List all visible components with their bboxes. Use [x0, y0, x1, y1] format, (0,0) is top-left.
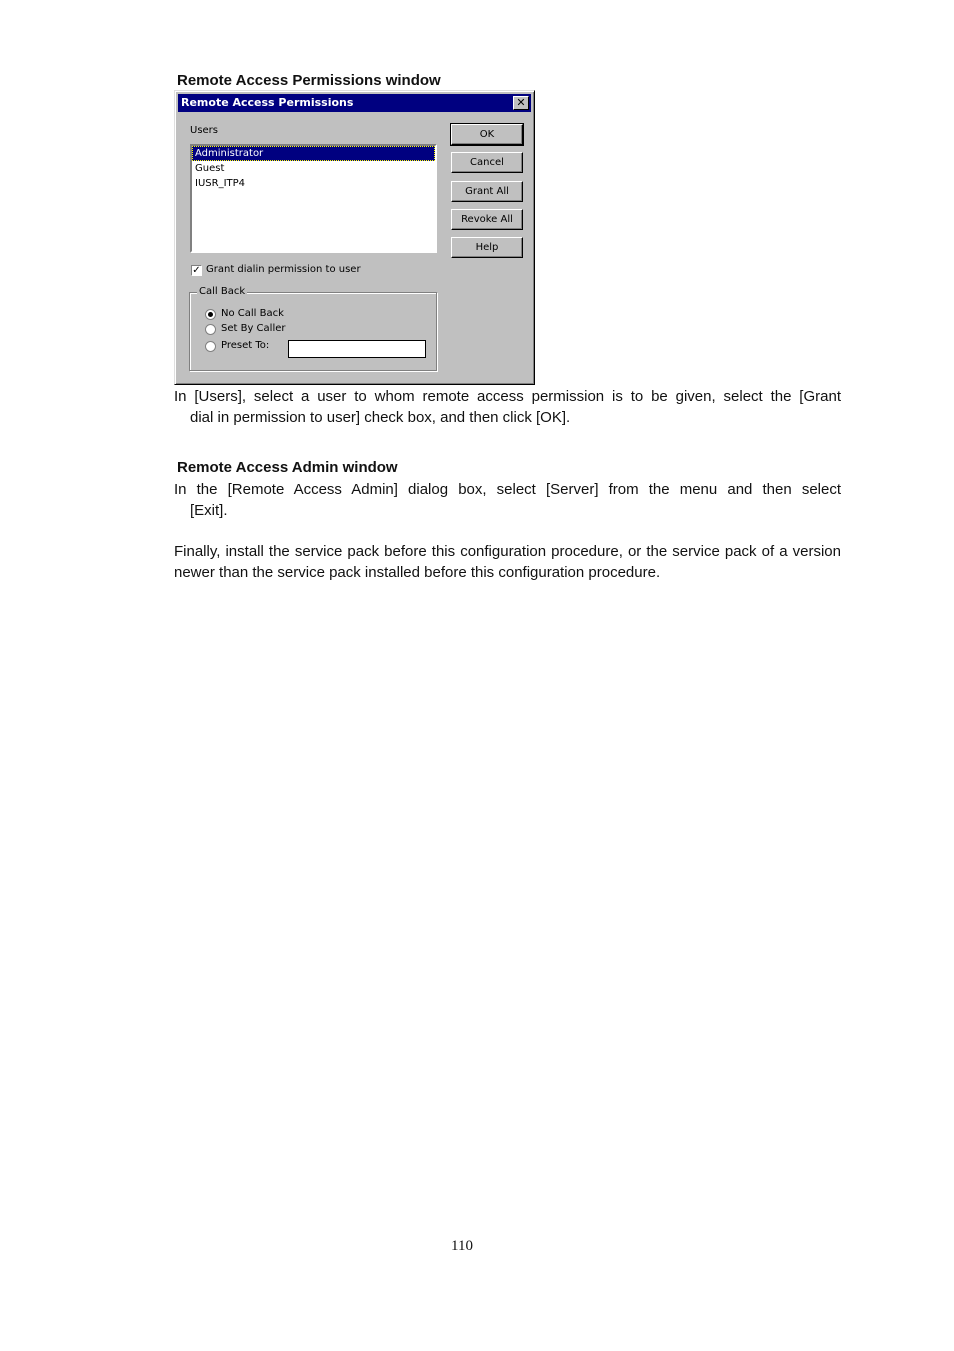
close-icon: ✕: [516, 96, 526, 109]
paragraph-2-line-2: [Exit].: [190, 502, 228, 519]
instruction-paragraph-1: In [Users], select a user to whom remote…: [174, 386, 841, 428]
cancel-button[interactable]: Cancel: [451, 152, 523, 173]
user-list-item[interactable]: Administrator: [192, 146, 435, 161]
caption-admin-window: Remote Access Admin window: [177, 459, 398, 476]
dialog-title: Remote Access Permissions: [181, 96, 354, 109]
grant-dialin-checkbox[interactable]: ✓: [191, 265, 202, 276]
preset-to-input[interactable]: [288, 340, 426, 358]
close-button[interactable]: ✕: [513, 96, 529, 110]
page-number: 110: [451, 1238, 473, 1254]
help-button[interactable]: Help: [451, 237, 523, 258]
dialog-titlebar: Remote Access Permissions ✕: [178, 94, 531, 112]
ok-button[interactable]: OK: [450, 123, 524, 146]
callback-group-label: Call Back: [197, 286, 248, 297]
paragraph-1-line-1: In [Users], select a user to whom remote…: [174, 388, 841, 405]
set-by-caller-radio[interactable]: [205, 324, 216, 335]
revoke-all-button[interactable]: Revoke All: [451, 209, 523, 230]
preset-to-label[interactable]: Preset To:: [221, 340, 269, 351]
grant-all-button[interactable]: Grant All: [451, 181, 523, 202]
no-call-back-label[interactable]: No Call Back: [221, 308, 284, 319]
remote-access-permissions-dialog: Remote Access Permissions ✕ Users Admini…: [174, 90, 535, 385]
instruction-paragraph-3: Finally, install the service pack before…: [174, 543, 841, 581]
user-list-item[interactable]: Guest: [192, 161, 435, 176]
paragraph-2-line-1: In the [Remote Access Admin] dialog box,…: [174, 481, 841, 498]
grant-dialin-label[interactable]: Grant dialin permission to user: [206, 264, 361, 275]
users-label: Users: [190, 125, 219, 136]
set-by-caller-label[interactable]: Set By Caller: [221, 323, 286, 334]
user-list-item[interactable]: IUSR_ITP4: [192, 176, 435, 191]
no-call-back-radio[interactable]: [205, 309, 216, 320]
paragraph-1-line-2: dial in permission to user] check box, a…: [190, 409, 571, 426]
instruction-paragraph-2: In the [Remote Access Admin] dialog box,…: [174, 479, 841, 521]
preset-to-radio[interactable]: [205, 341, 216, 352]
caption-permissions-window: Remote Access Permissions window: [177, 72, 441, 89]
users-listbox[interactable]: Administrator Guest IUSR_ITP4: [190, 144, 437, 253]
checkmark-icon: ✓: [192, 265, 201, 276]
